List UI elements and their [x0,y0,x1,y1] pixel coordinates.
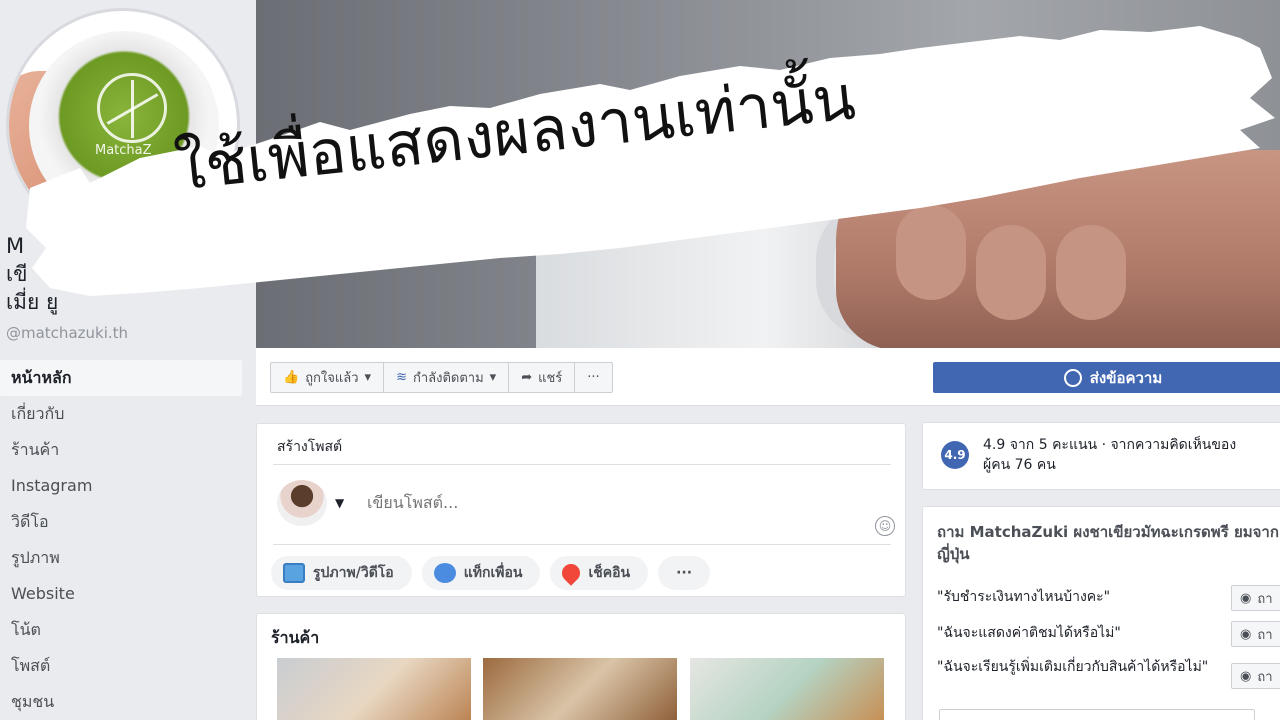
page-action-buttons: 👍 ถูกใจแล้ว ▾ ≋ กำลังติดตาม ▾ ➦ แชร์ ··· [270,362,613,393]
emoji-icon[interactable]: ☺ [875,516,895,536]
shop-product-thumbnail[interactable] [277,658,471,720]
create-post-actions: รูปภาพ/วิดีโอ แท็กเพื่อน เช็คอิน ··· [271,556,711,590]
photo-video-button[interactable]: รูปภาพ/วิดีโอ [271,556,412,590]
sidebar-item-posts[interactable]: โพสต์ [0,648,242,684]
thumbs-up-icon: 👍 [283,370,300,385]
more-options-button[interactable]: ··· [575,363,611,392]
rating-card[interactable]: 4.9 4.9 จาก 5 คะแนน · จากความคิดเห็นของ … [922,422,1280,490]
location-pin-icon [558,560,585,586]
chevron-down-icon[interactable]: ▼ [335,496,344,510]
tag-friends-button[interactable]: แท็กเพื่อน [421,556,541,590]
send-message-label: ส่งข้อความ [1089,368,1163,387]
following-label: กำลังติดตาม [412,371,484,386]
sidebar-item-website[interactable]: Website [0,576,242,612]
suggested-question[interactable]: "รับชำระเงินทางไหนบ้างคะ" [937,587,1227,607]
photo-video-label: รูปภาพ/วิดีโอ [313,565,394,581]
shop-product-thumbnail[interactable] [483,658,677,720]
create-post-card: สร้างโพสต์ ▼ ☺ รูปภาพ/วิดีโอ แท็กเพื่อน … [256,423,906,597]
page-action-bar: 👍 ถูกใจแล้ว ▾ ≋ กำลังติดตาม ▾ ➦ แชร์ ···… [256,348,1280,406]
shop-card: ร้านค้า [256,613,906,720]
sidebar-nav: หน้าหลัก เกี่ยวกับ ร้านค้า Instagram วิด… [0,360,242,720]
check-in-label: เช็คอิน [588,565,631,581]
liked-label: ถูกใจแล้ว [305,371,359,386]
ask-button-label: ถา [1257,669,1273,685]
ask-button-label: ถา [1257,591,1273,607]
ask-question-input[interactable] [939,709,1255,720]
sidebar-item-shop[interactable]: ร้านค้า [0,432,242,468]
rating-summary: 4.9 จาก 5 คะแนน · จากความคิดเห็นของ ผู้ค… [983,435,1236,475]
ask-page-card: ถาม MatchaZuki ผงชาเขียวมัทฉะเกรดพรี ยมจ… [922,506,1280,720]
chevron-down-icon: ▾ [489,370,497,385]
share-label: แชร์ [538,371,563,386]
rating-line-2: ผู้คน 76 คน [983,457,1056,473]
write-post-input[interactable] [367,490,847,514]
create-post-title: สร้างโพสต์ [277,439,343,455]
ask-question-button[interactable]: ◉ ถา [1231,663,1280,689]
tag-friend-icon [433,563,456,583]
divider [273,544,891,545]
check-in-button[interactable]: เช็คอิน [550,556,649,590]
messenger-icon: ◉ [1240,668,1252,684]
share-button[interactable]: ➦ แชร์ [509,363,576,392]
ask-question-button[interactable]: ◉ ถา [1231,621,1280,647]
divider [273,464,891,465]
messenger-icon [1063,368,1082,387]
suggested-question[interactable]: "ฉันจะเรียนรู้เพิ่มเติมเกี่ยวกับสินค้าได… [937,657,1227,677]
send-message-button[interactable]: ส่งข้อความ [933,362,1280,393]
chevron-down-icon: ▾ [364,370,372,385]
rating-badge: 4.9 [941,441,969,469]
rss-icon: ≋ [396,370,407,385]
sidebar-item-instagram[interactable]: Instagram [0,468,242,504]
ask-question-button[interactable]: ◉ ถา [1231,585,1280,611]
messenger-icon: ◉ [1240,626,1252,642]
sidebar-item-community[interactable]: ชุมชน [0,684,242,720]
user-avatar[interactable] [277,480,327,526]
page-username[interactable]: @matchazuki.th [6,324,128,342]
ask-page-title: ถาม MatchaZuki ผงชาเขียวมัทฉะเกรดพรี ยมจ… [937,523,1279,563]
sidebar-item-notes[interactable]: โน้ต [0,612,242,648]
sidebar-item-home[interactable]: หน้าหลัก [0,360,242,396]
more-post-options-button[interactable]: ··· [658,556,711,590]
sidebar-item-about[interactable]: เกี่ยวกับ [0,396,242,432]
share-arrow-icon: ➦ [521,370,533,385]
liked-button[interactable]: 👍 ถูกใจแล้ว ▾ [271,363,385,392]
shop-section-title: ร้านค้า [271,628,320,647]
messenger-icon: ◉ [1240,590,1252,606]
sidebar-item-photos[interactable]: รูปภาพ [0,540,242,576]
suggested-question[interactable]: "ฉันจะแสดงค่าติชมได้หรือไม่" [937,623,1227,643]
rating-line-1: 4.9 จาก 5 คะแนน · จากความคิดเห็นของ [983,437,1237,453]
shop-product-thumbnail[interactable] [690,658,884,720]
tag-friends-label: แท็กเพื่อน [463,565,523,581]
photo-icon [283,563,305,583]
sidebar-item-videos[interactable]: วิดีโอ [0,504,242,540]
ask-button-label: ถา [1257,627,1273,643]
following-button[interactable]: ≋ กำลังติดตาม ▾ [384,363,510,392]
